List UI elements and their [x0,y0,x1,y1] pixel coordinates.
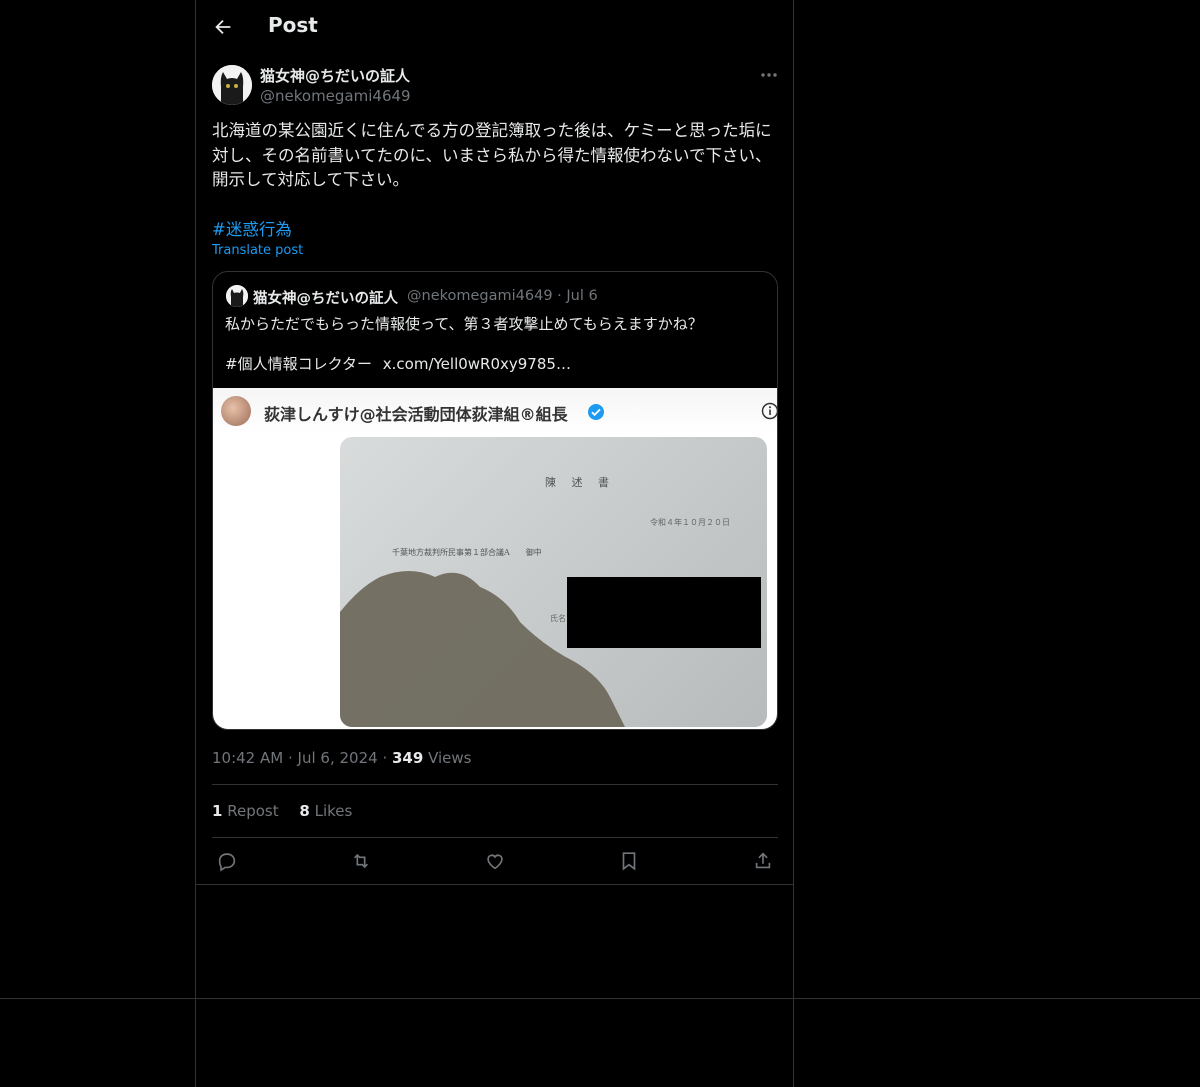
quote-display-name: 猫女神@ちだいの証人 [253,291,398,307]
quote-handle: @nekomegami4649 [407,288,553,304]
stats-divider [212,837,778,838]
repost-icon[interactable] [350,850,372,872]
separator-dot: · [557,288,567,304]
post-bottom-divider [195,884,794,885]
like-icon[interactable] [484,850,506,872]
reposts-stat[interactable]: 1 Repost [212,802,279,820]
image-account-header: 荻津しんすけ@社会活動団体荻津組®組長 [213,388,777,434]
post-time[interactable]: 10:42 AM [212,749,283,767]
likes-count: 8 [299,802,310,820]
page-title: Post [268,13,318,37]
more-icon[interactable] [757,66,781,84]
reposts-count: 1 [212,802,223,820]
image-account-avatar [221,396,251,426]
quote-handle-date: @nekomegami4649 · Jul 6 [407,288,598,304]
quote-hashtag-line: #個人情報コレクター x.com/Yell0wR0xy9785… [225,353,571,374]
quote-date: Jul 6 [566,288,598,304]
reposts-label: Repost [227,802,279,820]
back-arrow-icon[interactable] [212,16,234,38]
post-meta: 10:42 AM · Jul 6, 2024 · 349 Views [212,749,472,767]
quote-link: x.com/Yell0wR0xy9785… [382,355,571,373]
info-icon [761,402,777,420]
separator-dot: · [382,749,392,767]
separator-dot: · [287,749,298,767]
document-photo: 陳 述 書 令和４年１０月２０日 千葉地方裁判所民事第１部合議A 御中 氏名 [340,437,767,727]
post-date[interactable]: Jul 6, 2024 [298,749,378,767]
image-account-name: 荻津しんすけ@社会活動団体荻津組®組長 [264,405,568,424]
meta-divider [212,784,778,785]
share-icon[interactable] [752,850,774,872]
bookmark-icon[interactable] [618,850,640,872]
quote-image[interactable]: 荻津しんすけ@社会活動団体荻津組®組長 陳 述 書 令和４年１０月２０日 千葉地… [213,388,777,729]
avatar[interactable] [212,65,252,105]
quote-hashtag: #個人情報コレクター [225,355,372,373]
post-text: 北海道の某公園近くに住んでる方の登記簿取った後は、ケミーと思った垢に対し、その名… [212,121,772,189]
post-stats: 1 Repost 8 Likes [212,802,352,820]
views-label: Views [428,749,472,767]
hashtag-link[interactable]: #迷惑行為 [212,216,292,240]
quote-text: 私からただでもらった情報使って、第３者攻撃止めてもらえますかね？ [225,315,703,333]
page-divider [0,998,1200,999]
translate-post-link[interactable]: Translate post [212,243,303,258]
quote-avatar [226,285,248,307]
likes-stat[interactable]: 8 Likes [299,802,352,820]
likes-label: Likes [314,802,353,820]
views-count: 349 [391,749,424,767]
quoted-post[interactable]: 猫女神@ちだいの証人 @nekomegami4649 · Jul 6 私からただ… [212,271,778,730]
reply-icon[interactable] [216,850,238,872]
hand-shadow [340,571,625,727]
author-handle[interactable]: @nekomegami4649 [260,87,411,105]
author-display-name[interactable]: 猫女神@ちだいの証人 [260,65,410,86]
verified-icon [587,403,605,421]
